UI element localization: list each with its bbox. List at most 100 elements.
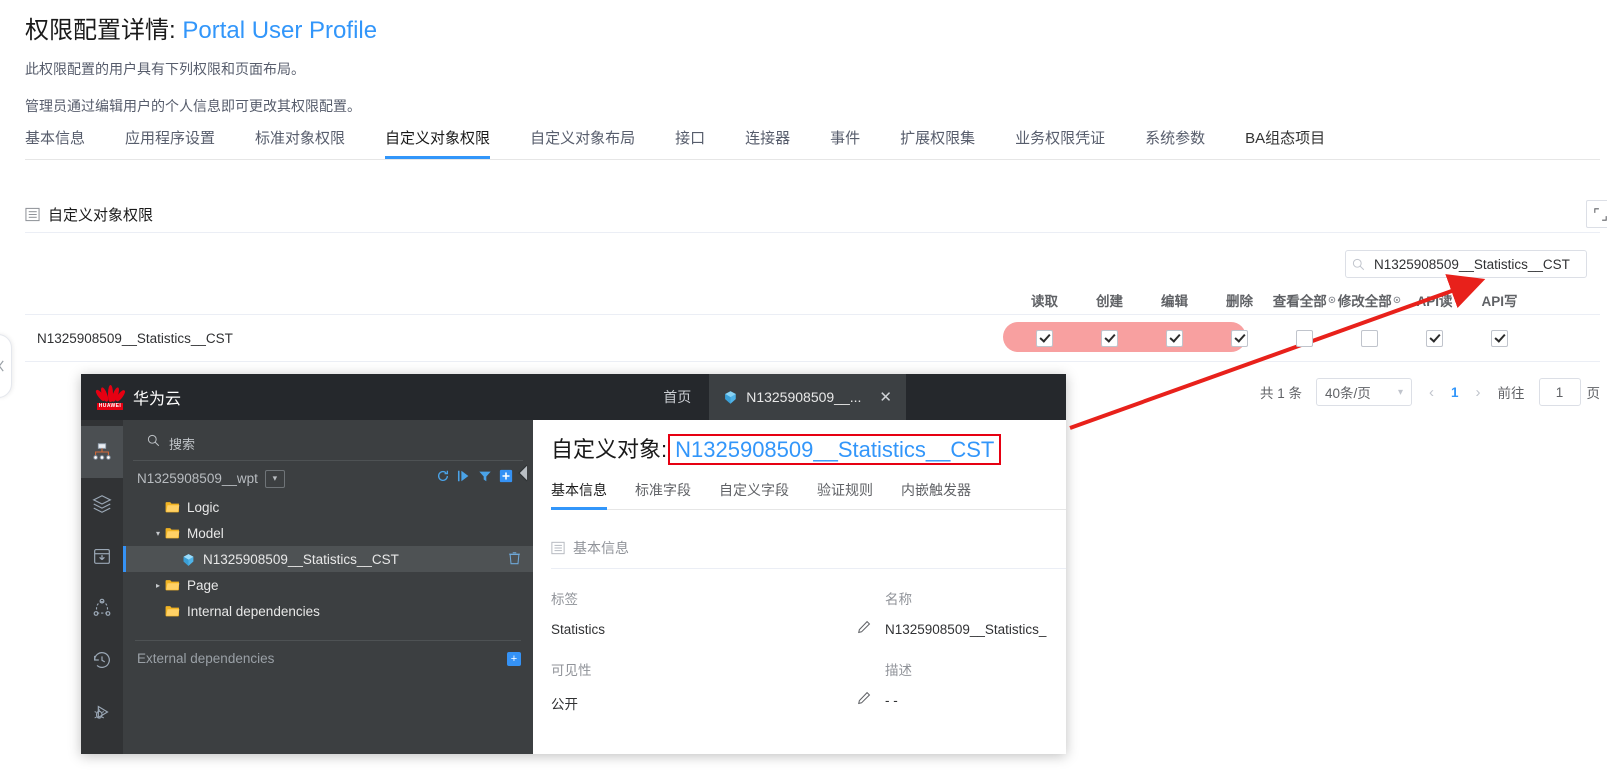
ide-brand-label: 华为云 bbox=[133, 385, 181, 409]
search-input[interactable] bbox=[1372, 256, 1580, 273]
chevron-double-left-icon[interactable] bbox=[513, 462, 533, 489]
field-label-1: 名称 bbox=[885, 588, 1066, 608]
checkbox-读取[interactable] bbox=[1036, 330, 1053, 347]
refresh-icon[interactable] bbox=[436, 469, 450, 488]
header-label: API读 bbox=[1416, 290, 1452, 310]
page-number-1[interactable]: 1 bbox=[1451, 385, 1459, 400]
chevron-right-icon[interactable]: ▸ bbox=[151, 581, 165, 590]
permissions-table: 读取创建编辑删除查看全部⊙修改全部⊙API读API写 N1325908509__… bbox=[25, 286, 1600, 362]
api-network-icon[interactable] bbox=[81, 582, 123, 634]
tab-4[interactable]: 自定义对象布局 bbox=[530, 127, 635, 158]
tab-8[interactable]: 扩展权限集 bbox=[900, 127, 975, 158]
ide-active-tab[interactable]: N1325908509__... ✕ bbox=[709, 374, 906, 420]
checkbox-编辑[interactable] bbox=[1166, 330, 1183, 347]
cell-创建[interactable] bbox=[1077, 330, 1142, 347]
close-icon[interactable]: ✕ bbox=[879, 388, 892, 406]
section-divider bbox=[25, 232, 1600, 233]
layers-icon[interactable] bbox=[81, 478, 123, 530]
tab-9[interactable]: 业务权限凭证 bbox=[1015, 127, 1105, 158]
tree-node[interactable]: ▾Model bbox=[123, 520, 533, 546]
pagination: 共 1 条 40条/页 ▾ ‹ 1 › 前往 1 页 bbox=[1246, 378, 1600, 406]
detail-tab-4[interactable]: 内嵌触发器 bbox=[901, 480, 971, 509]
cell-API读[interactable] bbox=[1402, 330, 1467, 347]
tab-5[interactable]: 接口 bbox=[675, 127, 705, 158]
tab-3[interactable]: 自定义对象权限 bbox=[385, 127, 490, 158]
ide-home-tab[interactable]: 首页 bbox=[645, 374, 709, 420]
checkbox-查看全部[interactable] bbox=[1296, 330, 1313, 347]
info-icon[interactable]: ⊙ bbox=[1328, 295, 1336, 306]
tree-node[interactable]: ▸Page bbox=[123, 572, 533, 598]
checkbox-删除[interactable] bbox=[1231, 330, 1248, 347]
ide-brand: HUAWEI 华为云 bbox=[81, 374, 199, 420]
detail-field-label: 标签 Statistics bbox=[551, 588, 871, 639]
cell-查看全部[interactable] bbox=[1272, 330, 1337, 347]
tree-project-name: N1325908509__wpt bbox=[137, 471, 258, 486]
checkbox-修改全部[interactable] bbox=[1361, 330, 1378, 347]
table-header-row: 读取创建编辑删除查看全部⊙修改全部⊙API读API写 bbox=[25, 286, 1600, 315]
sitemap-icon[interactable] bbox=[81, 426, 123, 478]
detail-tab-3[interactable]: 验证规则 bbox=[817, 480, 873, 509]
detail-tab-0[interactable]: 基本信息 bbox=[551, 480, 607, 509]
header-label: 删除 bbox=[1226, 290, 1253, 310]
chevron-down-icon[interactable]: ▾ bbox=[265, 470, 285, 488]
header-label: 修改全部 bbox=[1338, 290, 1392, 310]
package-download-icon[interactable] bbox=[81, 530, 123, 582]
pencil-icon[interactable] bbox=[857, 620, 871, 639]
pencil-icon[interactable] bbox=[857, 691, 871, 710]
goto-input[interactable]: 1 bbox=[1539, 378, 1581, 406]
run-icon[interactable] bbox=[457, 469, 471, 488]
table-header-修改全部: 修改全部⊙ bbox=[1337, 290, 1402, 310]
expand-icon[interactable] bbox=[1586, 200, 1607, 228]
field-label-2: 可见性 bbox=[551, 659, 871, 679]
search-box[interactable] bbox=[1345, 250, 1587, 278]
header-label: API写 bbox=[1481, 290, 1517, 310]
tree-node[interactable]: Logic bbox=[123, 494, 533, 520]
prev-page-button[interactable]: ‹ bbox=[1426, 384, 1437, 401]
detail-tab-2[interactable]: 自定义字段 bbox=[719, 480, 789, 509]
tab-6[interactable]: 连接器 bbox=[745, 127, 790, 158]
tree-node[interactable]: N1325908509__Statistics__CST bbox=[123, 546, 533, 572]
cell-编辑[interactable] bbox=[1142, 330, 1207, 347]
tab-7[interactable]: 事件 bbox=[830, 127, 860, 158]
tree-node-label: N1325908509__Statistics__CST bbox=[203, 552, 399, 567]
tree-node[interactable]: Internal dependencies bbox=[123, 598, 533, 624]
filter-icon[interactable] bbox=[478, 469, 492, 488]
info-icon[interactable]: ⊙ bbox=[1393, 295, 1401, 306]
tab-2[interactable]: 标准对象权限 bbox=[255, 127, 345, 158]
cell-删除[interactable] bbox=[1207, 330, 1272, 347]
huawei-logo-icon: HUAWEI bbox=[97, 383, 123, 411]
tree-project-row[interactable]: N1325908509__wpt ▾ bbox=[123, 461, 533, 494]
cell-API写[interactable] bbox=[1467, 330, 1532, 347]
trash-icon[interactable] bbox=[508, 551, 521, 568]
plus-icon[interactable]: + bbox=[507, 652, 521, 666]
search-icon bbox=[1352, 258, 1365, 271]
detail-title: 自定义对象:N1325908509__Statistics__CST bbox=[551, 432, 1001, 464]
tab-1[interactable]: 应用程序设置 bbox=[125, 127, 215, 158]
tree-search-box[interactable]: 搜索 bbox=[133, 426, 523, 461]
checkbox-API读[interactable] bbox=[1426, 330, 1443, 347]
detail-tab-1[interactable]: 标准字段 bbox=[635, 480, 691, 509]
detail-section-label: 基本信息 bbox=[573, 538, 629, 558]
section-title-label: 自定义对象权限 bbox=[48, 204, 153, 225]
history-clock-icon[interactable] bbox=[81, 634, 123, 686]
page-size-select[interactable]: 40条/页 ▾ bbox=[1316, 378, 1412, 406]
tab-11[interactable]: BA组态项目 bbox=[1245, 127, 1325, 158]
huawei-wordmark: HUAWEI bbox=[97, 403, 123, 410]
next-page-button[interactable]: › bbox=[1473, 384, 1484, 401]
tab-0[interactable]: 基本信息 bbox=[25, 127, 85, 158]
cell-读取[interactable] bbox=[1012, 330, 1077, 347]
tab-10[interactable]: 系统参数 bbox=[1145, 127, 1205, 158]
left-panel-collapse-handle[interactable] bbox=[0, 334, 12, 398]
tree-external-dependencies[interactable]: External dependencies + bbox=[123, 641, 533, 666]
main-tabbar: 基本信息 应用程序设置 标准对象权限 自定义对象权限 自定义对象布局 接口 连接器 事件 扩展权… bbox=[25, 127, 1600, 160]
detail-tabbar: 基本信息标准字段自定义字段验证规则内嵌触发器 bbox=[551, 480, 1066, 510]
detail-section-title: 基本信息 bbox=[551, 538, 629, 558]
checkbox-API写[interactable] bbox=[1491, 330, 1508, 347]
chevron-down-icon[interactable]: ▾ bbox=[151, 529, 165, 538]
add-icon[interactable] bbox=[499, 469, 513, 488]
cell-修改全部[interactable] bbox=[1337, 330, 1402, 347]
page-title-prefix: 权限配置详情: bbox=[25, 17, 176, 44]
debug-run-icon[interactable] bbox=[81, 686, 123, 738]
search-icon bbox=[147, 434, 160, 452]
checkbox-创建[interactable] bbox=[1101, 330, 1118, 347]
